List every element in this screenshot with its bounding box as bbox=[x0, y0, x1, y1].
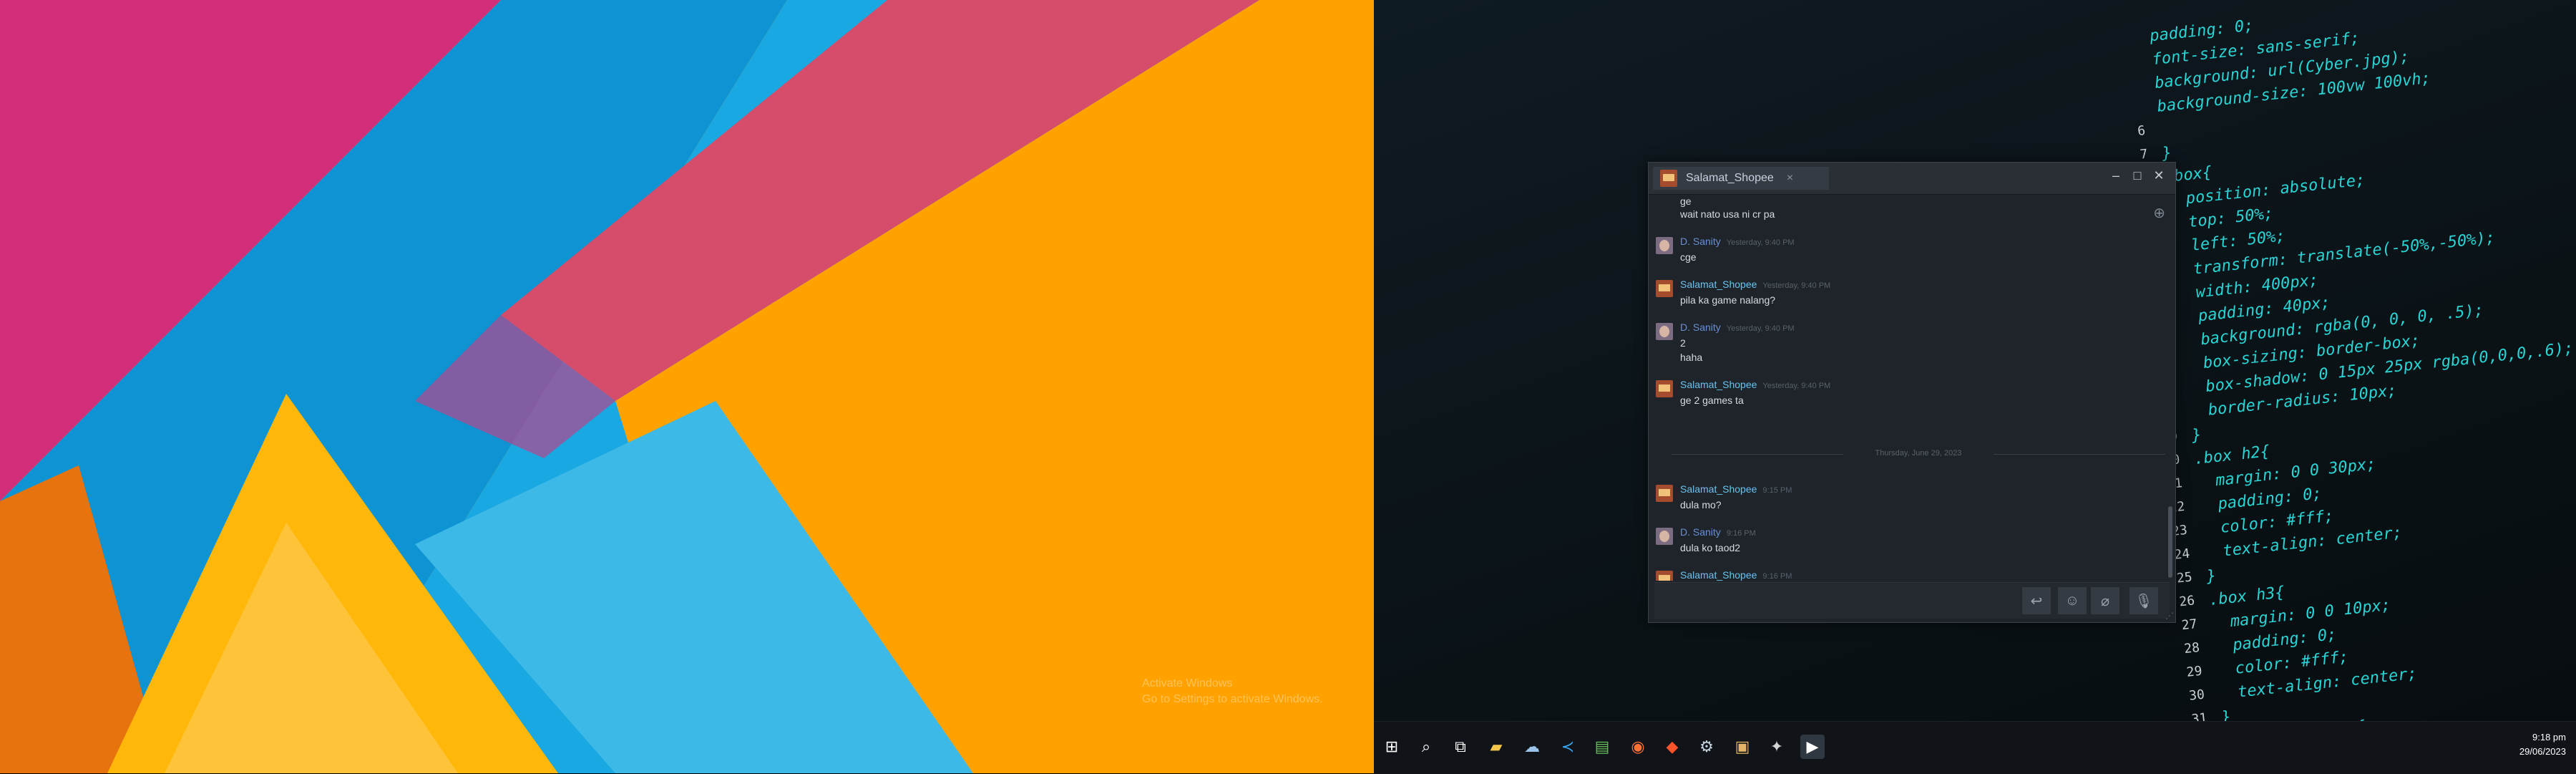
message-text: ge 2 games ta bbox=[1680, 395, 1744, 406]
notepad-icon[interactable]: ▤ bbox=[1590, 735, 1614, 759]
close-button[interactable]: ✕ bbox=[2148, 165, 2170, 185]
avatar[interactable] bbox=[1656, 323, 1673, 340]
taskbar: ⊞ ⌕ ⧉ ▰ ☁ ≺ ▤ ◉ ◆ ⚙ ▣ ✦ ▶ 9:18 pm 29/06/… bbox=[1374, 721, 2576, 774]
author-name[interactable]: Salamat_Shopee bbox=[1680, 569, 1757, 581]
message-text: dula ko taod2 bbox=[1680, 542, 1741, 553]
chat-tab-salamat[interactable]: Salamat_Shopee × bbox=[1653, 167, 1829, 190]
author-name[interactable]: Salamat_Shopee bbox=[1680, 483, 1757, 495]
steam-chat-window[interactable]: Salamat_Shopee × – □ ✕ ge wait nato usa … bbox=[1648, 162, 2176, 623]
message-author[interactable]: Salamat_Shopee 9:15 PM bbox=[1680, 483, 1792, 495]
message-time: Yesterday, 9:40 PM bbox=[1762, 281, 1831, 290]
steam-icon[interactable]: ⚙ bbox=[1694, 735, 1719, 759]
scrollbar-thumb[interactable] bbox=[2168, 506, 2172, 578]
avatar[interactable] bbox=[1656, 237, 1673, 254]
message-author[interactable]: Salamat_Shopee Yesterday, 9:40 PM bbox=[1680, 279, 1830, 290]
date-divider: Thursday, June 29, 2023 bbox=[1672, 449, 2165, 459]
message-text: wait nato usa ni cr pa bbox=[1680, 208, 1775, 220]
code-line-text: top: 50%; bbox=[2168, 204, 2275, 233]
code-wallpaper: padding: 0; font-size: sans-serif; backgro… bbox=[2137, 0, 2576, 768]
message-time: 9:16 PM bbox=[1762, 572, 1792, 581]
message-text: ge bbox=[1680, 195, 1692, 207]
chat-titlebar[interactable]: Salamat_Shopee × – □ ✕ bbox=[1649, 163, 2175, 195]
code-line-number bbox=[2102, 52, 2137, 56]
add-friend-icon[interactable]: ⊕ bbox=[2153, 204, 2165, 222]
app-icon[interactable]: ▣ bbox=[1730, 735, 1755, 759]
settings-icon[interactable]: ✦ bbox=[1765, 735, 1789, 759]
clock-date: 29/06/2023 bbox=[2519, 746, 2566, 757]
message-author[interactable]: D. Sanity 9:16 PM bbox=[1680, 526, 1756, 538]
avatar bbox=[1660, 170, 1677, 187]
message-text: 2 bbox=[1680, 337, 1686, 349]
maximize-button[interactable]: □ bbox=[2127, 165, 2148, 185]
steam-chat-icon[interactable]: ☁ bbox=[1520, 735, 1544, 759]
message-time: 9:15 PM bbox=[1762, 486, 1792, 495]
date-divider-label: Thursday, June 29, 2023 bbox=[1875, 449, 1962, 458]
resize-handle[interactable]: ⋰ bbox=[2165, 611, 2174, 621]
attach-button[interactable]: ⌀ bbox=[2091, 587, 2119, 614]
clock-time: 9:18 pm bbox=[2532, 732, 2566, 742]
code-line-number: 28 bbox=[2183, 639, 2201, 657]
author-name[interactable]: D. Sanity bbox=[1680, 526, 1721, 538]
message-time: Yesterday, 9:40 PM bbox=[1726, 238, 1795, 247]
media-player-icon[interactable]: ▶ bbox=[1800, 735, 1825, 759]
code-line-text: padding: 0; bbox=[2149, 16, 2255, 46]
message-text: cge bbox=[1680, 251, 1697, 263]
message-author[interactable]: Salamat_Shopee Yesterday, 9:40 PM bbox=[1680, 379, 1830, 390]
code-line-text: .box h3{ bbox=[2207, 584, 2285, 610]
message-author[interactable]: D. Sanity Yesterday, 9:40 PM bbox=[1680, 236, 1795, 247]
code-line-number bbox=[2107, 100, 2142, 103]
message-list[interactable]: ge wait nato usa ni cr pa D. Sanity Yeste… bbox=[1649, 194, 2175, 581]
watermark-subtitle: Go to Settings to activate Windows. bbox=[1142, 693, 1323, 705]
activate-windows-watermark: Activate Windows Go to Settings to activ… bbox=[1142, 676, 1323, 707]
code-line-number bbox=[2099, 29, 2135, 33]
search-icon[interactable]: ⌕ bbox=[1414, 735, 1438, 759]
close-tab-icon[interactable]: × bbox=[1787, 172, 1793, 185]
message-time: Yesterday, 9:40 PM bbox=[1726, 324, 1795, 333]
code-line-number bbox=[2104, 76, 2140, 79]
vscode-icon[interactable]: ≺ bbox=[1556, 735, 1580, 759]
message-text: pila ka game nalang? bbox=[1680, 294, 1776, 306]
emoji-button[interactable]: ☺ bbox=[2058, 587, 2087, 614]
watermark-title: Activate Windows bbox=[1142, 677, 1233, 690]
code-line-text: } bbox=[2190, 426, 2202, 445]
message-time: Yesterday, 9:40 PM bbox=[1762, 382, 1831, 390]
wallpaper-left: Activate Windows Go to Settings to activ… bbox=[0, 0, 1374, 773]
message-text: dula mo? bbox=[1680, 499, 1722, 511]
code-line-number: 6 bbox=[2137, 122, 2147, 139]
code-line-number: 29 bbox=[2185, 663, 2203, 680]
task-view-icon[interactable]: ⧉ bbox=[1448, 735, 1473, 759]
firefox-icon[interactable]: ◉ bbox=[1626, 735, 1650, 759]
code-line-text: } bbox=[2205, 566, 2218, 586]
send-button[interactable]: ↩ bbox=[2022, 587, 2051, 614]
author-name[interactable]: D. Sanity bbox=[1680, 321, 1721, 333]
wallpaper-art bbox=[0, 0, 1374, 773]
brave-icon[interactable]: ◆ bbox=[1660, 735, 1684, 759]
code-line-text: } bbox=[2161, 144, 2173, 163]
avatar[interactable] bbox=[1656, 571, 1673, 581]
avatar[interactable] bbox=[1656, 380, 1673, 397]
avatar[interactable] bbox=[1656, 485, 1673, 502]
code-line-text: .box h2{ bbox=[2193, 442, 2271, 469]
system-clock[interactable]: 9:18 pm 29/06/2023 bbox=[2519, 730, 2566, 759]
windows-icon[interactable]: ⊞ bbox=[1380, 735, 1404, 759]
code-line-number: 30 bbox=[2188, 687, 2205, 704]
minimize-button[interactable]: – bbox=[2105, 165, 2127, 185]
message-text: haha bbox=[1680, 352, 1703, 363]
message-author[interactable]: Salamat_Shopee 9:16 PM bbox=[1680, 569, 1792, 581]
voice-button[interactable]: 🎙 bbox=[2129, 587, 2158, 614]
author-name[interactable]: Salamat_Shopee bbox=[1680, 279, 1757, 290]
avatar[interactable] bbox=[1656, 528, 1673, 545]
file-explorer-icon[interactable]: ▰ bbox=[1484, 735, 1508, 759]
message-composer: ↩ ☺ ⌀ 🎙 bbox=[1654, 582, 2170, 619]
message-input[interactable] bbox=[1654, 586, 2012, 616]
message-time: 9:16 PM bbox=[1726, 529, 1756, 538]
author-name[interactable]: D. Sanity bbox=[1680, 236, 1721, 247]
avatar[interactable] bbox=[1656, 280, 1673, 297]
author-name[interactable]: Salamat_Shopee bbox=[1680, 379, 1757, 390]
message-author[interactable]: D. Sanity Yesterday, 9:40 PM bbox=[1680, 321, 1795, 333]
chat-tab-label: Salamat_Shopee bbox=[1686, 172, 1774, 184]
